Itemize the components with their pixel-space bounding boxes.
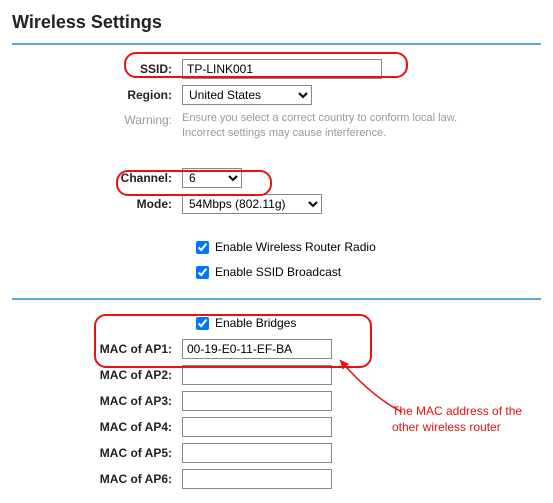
warning-label: Warning: xyxy=(12,111,182,127)
mac-ap4-label: MAC of AP4: xyxy=(12,420,182,434)
wireless-settings-panel: Wireless Settings SSID: Region: United S… xyxy=(12,12,541,489)
mac-ap4-input[interactable] xyxy=(182,417,332,437)
mac-ap2-input[interactable] xyxy=(182,365,332,385)
row-enable-radio: Enable Wireless Router Radio xyxy=(192,238,541,257)
enable-ssid-broadcast-label: Enable SSID Broadcast xyxy=(215,265,341,279)
ssid-input[interactable] xyxy=(182,59,382,79)
page-title: Wireless Settings xyxy=(12,12,541,33)
annotation-text: The MAC address of the other wireless ro… xyxy=(392,404,542,435)
mac-ap1-input[interactable] xyxy=(182,339,332,359)
enable-bridges-checkbox[interactable] xyxy=(196,317,209,330)
mac-ap3-input[interactable] xyxy=(182,391,332,411)
row-ssid: SSID: xyxy=(12,59,541,79)
mac-ap6-input[interactable] xyxy=(182,469,332,489)
row-warning: Warning: Ensure you select a correct cou… xyxy=(12,111,541,142)
row-mac-ap1: MAC of AP1: xyxy=(12,339,541,359)
mac-ap1-label: MAC of AP1: xyxy=(12,342,182,356)
row-enable-ssid-broadcast: Enable SSID Broadcast xyxy=(192,263,541,282)
row-mac-ap6: MAC of AP6: xyxy=(12,469,541,489)
enable-bridges-label: Enable Bridges xyxy=(215,316,296,330)
row-mac-ap5: MAC of AP5: xyxy=(12,443,541,463)
row-region: Region: United States xyxy=(12,85,541,105)
row-enable-bridges: Enable Bridges xyxy=(192,314,541,333)
divider xyxy=(12,43,541,45)
mac-ap5-input[interactable] xyxy=(182,443,332,463)
mode-label: Mode: xyxy=(12,197,182,211)
mac-ap2-label: MAC of AP2: xyxy=(12,368,182,382)
divider xyxy=(12,298,541,300)
ssid-label: SSID: xyxy=(12,62,182,76)
row-channel: Channel: 6 xyxy=(12,168,541,188)
warning-text-1: Ensure you select a correct country to c… xyxy=(182,111,457,126)
channel-select[interactable]: 6 xyxy=(182,168,242,188)
enable-radio-checkbox[interactable] xyxy=(196,241,209,254)
row-mac-ap2: MAC of AP2: xyxy=(12,365,541,385)
region-select[interactable]: United States xyxy=(182,85,312,105)
row-mode: Mode: 54Mbps (802.11g) xyxy=(12,194,541,214)
mode-select[interactable]: 54Mbps (802.11g) xyxy=(182,194,322,214)
mac-ap6-label: MAC of AP6: xyxy=(12,472,182,486)
warning-text-2: Incorrect settings may cause interferenc… xyxy=(182,126,386,141)
region-label: Region: xyxy=(12,88,182,102)
mac-ap5-label: MAC of AP5: xyxy=(12,446,182,460)
channel-label: Channel: xyxy=(12,171,182,185)
mac-ap3-label: MAC of AP3: xyxy=(12,394,182,408)
enable-radio-label: Enable Wireless Router Radio xyxy=(215,240,376,254)
enable-ssid-broadcast-checkbox[interactable] xyxy=(196,266,209,279)
